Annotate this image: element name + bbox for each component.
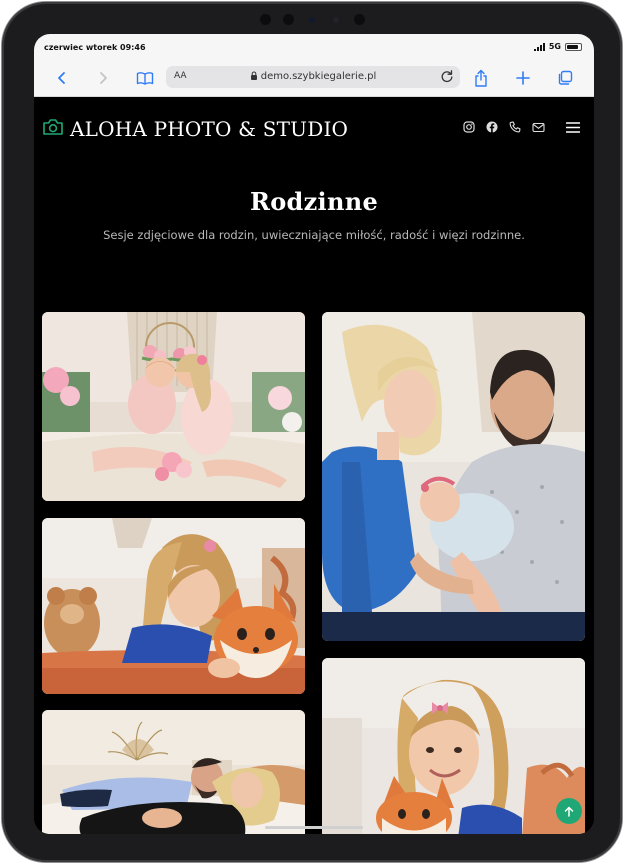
sensor-dot bbox=[260, 14, 271, 25]
camera-icon bbox=[42, 118, 64, 140]
mail-icon[interactable] bbox=[532, 122, 545, 133]
back-chevron-icon[interactable] bbox=[52, 68, 72, 88]
new-tab-plus-icon[interactable] bbox=[513, 68, 533, 88]
lock-icon bbox=[250, 71, 258, 83]
brand-name: ALOHA PHOTO & STUDIO bbox=[70, 117, 349, 141]
screen: czerwiec wtorek 09:46 5G AA demo.szybkie… bbox=[34, 34, 594, 834]
bookmarks-book-icon[interactable] bbox=[135, 68, 155, 88]
facebook-icon[interactable] bbox=[486, 121, 498, 133]
status-indicators: 5G bbox=[533, 42, 582, 51]
home-indicator bbox=[265, 826, 363, 829]
sensor-dot bbox=[283, 14, 294, 25]
back-to-top-button[interactable] bbox=[556, 798, 582, 824]
instagram-icon[interactable] bbox=[463, 121, 475, 133]
header-actions bbox=[463, 121, 580, 133]
url-field[interactable]: demo.szybkiegalerie.pl bbox=[166, 71, 460, 83]
phone-icon[interactable] bbox=[509, 121, 521, 133]
category-hero: Rodzinne Sesje zdjęciowe dla rodzin, uwi… bbox=[34, 187, 594, 242]
brand-link[interactable]: ALOHA PHOTO & STUDIO bbox=[42, 117, 348, 141]
gallery-photo-couple-pregnancy[interactable] bbox=[42, 710, 305, 834]
address-bar[interactable]: AA demo.szybkiegalerie.pl bbox=[166, 66, 460, 88]
gallery-photo-sisters-flower-hoop[interactable] bbox=[42, 312, 305, 501]
site-header: ALOHA PHOTO & STUDIO bbox=[34, 97, 594, 159]
sensor-dot bbox=[333, 17, 339, 23]
menu-icon[interactable] bbox=[566, 121, 580, 133]
reload-icon[interactable] bbox=[440, 69, 454, 86]
forward-chevron-icon[interactable] bbox=[93, 68, 113, 88]
network-label: 5G bbox=[548, 42, 561, 51]
page-subtitle: Sesje zdjęciowe dla rodzin, uwieczniając… bbox=[103, 228, 525, 242]
web-page: ALOHA PHOTO & STUDIO Rodzinne Sesje zdję… bbox=[34, 97, 594, 834]
sensor-dot bbox=[354, 14, 365, 25]
share-icon[interactable] bbox=[471, 68, 491, 88]
gallery-photo-girl-fox-plush-lying[interactable] bbox=[42, 518, 305, 694]
gallery-photo-parents-newborn[interactable] bbox=[322, 312, 585, 641]
battery-icon bbox=[565, 42, 582, 51]
tablet-frame: czerwiec wtorek 09:46 5G AA demo.szybkie… bbox=[2, 2, 622, 862]
status-bar: czerwiec wtorek 09:46 5G bbox=[34, 34, 594, 60]
url-text: demo.szybkiegalerie.pl bbox=[260, 71, 377, 82]
arrow-up-icon bbox=[564, 802, 574, 821]
status-time: czerwiec wtorek 09:46 bbox=[44, 43, 146, 52]
camera-lens bbox=[309, 17, 315, 23]
camera-bar bbox=[2, 12, 622, 26]
signal-icon bbox=[533, 42, 545, 51]
browser-toolbar: AA demo.szybkiegalerie.pl bbox=[34, 60, 594, 97]
tabs-icon[interactable] bbox=[555, 68, 575, 88]
gallery-photo-girl-fox-plush-close[interactable] bbox=[322, 658, 585, 834]
page-title: Rodzinne bbox=[249, 187, 379, 216]
